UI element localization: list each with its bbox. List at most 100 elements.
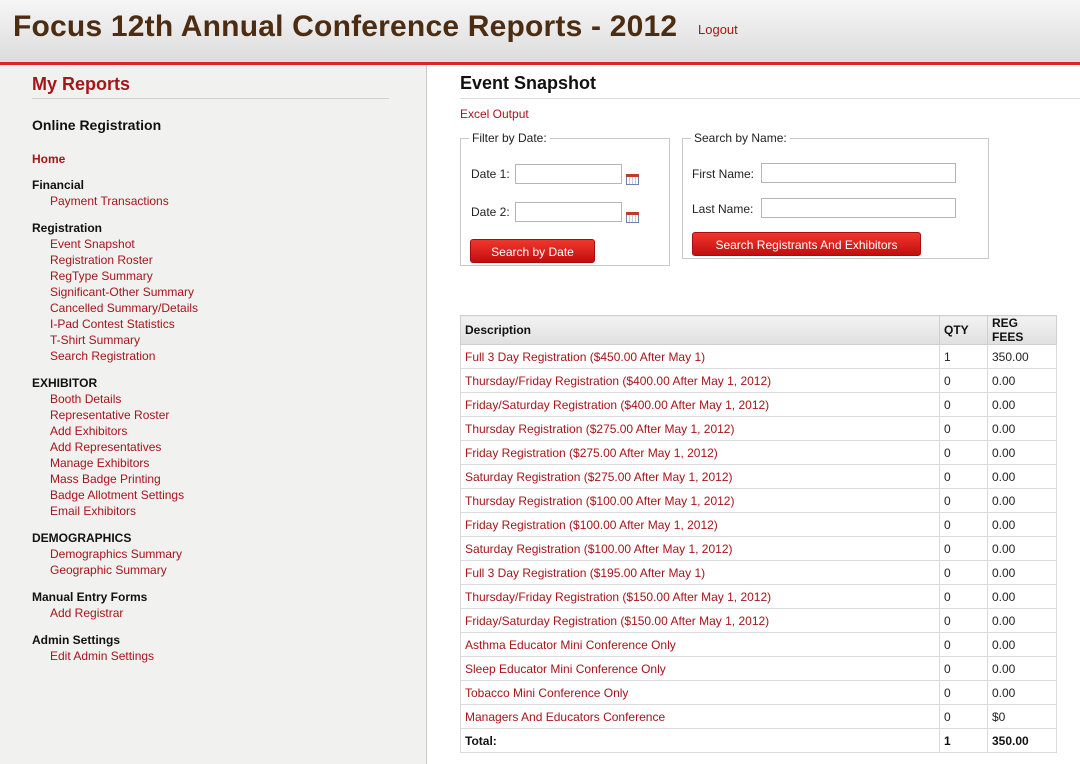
sidebar-section-title: Manual Entry Forms [32,590,148,604]
description-cell[interactable]: Sleep Educator Mini Conference Only [460,656,940,681]
reg-fees-cell: 0.00 [987,560,1057,585]
last-name-input[interactable] [761,198,956,218]
sidebar-item-link[interactable]: Booth Details [32,391,402,407]
calendar-icon[interactable] [626,212,639,223]
description-cell[interactable]: Saturday Registration ($275.00 After May… [460,464,940,489]
table-row: Full 3 Day Registration ($450.00 After M… [460,344,1057,369]
sidebar-item-link[interactable]: Significant-Other Summary [32,284,402,300]
sidebar-item-link[interactable]: Badge Allotment Settings [32,487,402,503]
table-row: Thursday/Friday Registration ($400.00 Af… [460,368,1057,393]
sidebar-section-title: EXHIBITOR [32,376,98,390]
sidebar-item-link[interactable]: Representative Roster [32,407,402,423]
sidebar-section: Admin Settings Edit Admin Settings [32,632,402,664]
table-header-row: Description QTY REG FEES [460,315,1057,345]
sidebar-item-link[interactable]: RegType Summary [32,268,402,284]
date2-input[interactable] [515,202,622,222]
description-cell[interactable]: Full 3 Day Registration ($195.00 After M… [460,560,940,585]
reg-fees-cell: 0.00 [987,464,1057,489]
qty-cell: 0 [939,368,988,393]
reg-fees-cell: 0.00 [987,608,1057,633]
search-registrants-button[interactable]: Search Registrants And Exhibitors [692,232,921,256]
sidebar-section-title: Financial [32,178,85,192]
app-header: Focus 12th Annual Conference Reports - 2… [0,0,1080,65]
description-cell[interactable]: Thursday Registration ($275.00 After May… [460,416,940,441]
sidebar-section-title: Registration [32,221,103,235]
sidebar-item-link[interactable]: Mass Badge Printing [32,471,402,487]
description-cell[interactable]: Saturday Registration ($100.00 After May… [460,536,940,561]
reg-fees-cell: 0.00 [987,536,1057,561]
calendar-icon[interactable] [626,174,639,185]
sidebar-item-link[interactable]: Cancelled Summary/Details [32,300,402,316]
sidebar-item-link[interactable]: I-Pad Contest Statistics [32,316,402,332]
reg-fees-cell: 0.00 [987,488,1057,513]
sidebar-section: Manual Entry Forms Add Registrar [32,589,402,621]
reg-fees-cell: 0.00 [987,584,1057,609]
date1-label: Date 1: [471,167,510,181]
description-cell[interactable]: Asthma Educator Mini Conference Only [460,632,940,657]
qty-cell: 1 [939,344,988,369]
description-cell[interactable]: Friday/Saturday Registration ($150.00 Af… [460,608,940,633]
sidebar-item-link[interactable]: Edit Admin Settings [32,648,402,664]
description-cell[interactable]: Tobacco Mini Conference Only [460,680,940,705]
sidebar-item-link[interactable]: Geographic Summary [32,562,402,578]
description-cell[interactable]: Thursday/Friday Registration ($150.00 Af… [460,584,940,609]
qty-cell: 0 [939,632,988,657]
total-label: Total: [460,728,940,753]
sidebar-item-link[interactable]: Add Registrar [32,605,402,621]
column-header-reg-fees: REG FEES [987,315,1057,345]
table-row: Saturday Registration ($100.00 After May… [460,536,1057,561]
qty-cell: 0 [939,464,988,489]
sidebar-item-link[interactable]: Search Registration [32,348,402,364]
table-row: Sleep Educator Mini Conference Only 0 0.00 [460,656,1057,681]
sidebar-item-link[interactable]: Manage Exhibitors [32,455,402,471]
logout-link[interactable]: Logout [698,22,738,37]
date1-input[interactable] [515,164,622,184]
description-cell[interactable]: Thursday/Friday Registration ($400.00 Af… [460,368,940,393]
reg-fees-cell: 0.00 [987,368,1057,393]
sidebar-item-link[interactable]: Email Exhibitors [32,503,402,519]
description-cell[interactable]: Managers And Educators Conference [460,704,940,729]
sidebar-item-link[interactable]: Add Exhibitors [32,423,402,439]
sidebar-item-link[interactable]: Registration Roster [32,252,402,268]
table-row: Tobacco Mini Conference Only 0 0.00 [460,680,1057,705]
column-header-description: Description [460,315,940,345]
table-row: Thursday Registration ($275.00 After May… [460,416,1057,441]
table-row: Friday Registration ($275.00 After May 1… [460,440,1057,465]
sidebar-section-title: Admin Settings [32,633,121,647]
sidebar-section: Registration Event Snapshot Registration R… [32,220,402,364]
total-reg-fees: 350.00 [987,728,1057,753]
column-header-qty: QTY [939,315,988,345]
first-name-input[interactable] [761,163,956,183]
table-row: Friday/Saturday Registration ($400.00 Af… [460,392,1057,417]
sidebar-nav: Home Financial Payment Transactions Regist… [32,151,402,675]
qty-cell: 0 [939,704,988,729]
table-row: Thursday Registration ($100.00 After May… [460,488,1057,513]
qty-cell: 0 [939,536,988,561]
title-divider [460,98,1080,99]
description-cell[interactable]: Friday/Saturday Registration ($400.00 Af… [460,392,940,417]
table-row: Full 3 Day Registration ($195.00 After M… [460,560,1057,585]
sidebar-item-link[interactable]: Add Representatives [32,439,402,455]
description-cell[interactable]: Friday Registration ($100.00 After May 1… [460,512,940,537]
description-cell[interactable]: Friday Registration ($275.00 After May 1… [460,440,940,465]
sidebar-item-link[interactable]: Event Snapshot [32,236,402,252]
qty-cell: 0 [939,488,988,513]
table-total-row: Total: 1 350.00 [460,728,1057,753]
sidebar: My Reports Online Registration Home Fina… [0,65,427,764]
search-by-date-button[interactable]: Search by Date [470,239,595,263]
sidebar-item-link[interactable]: T-Shirt Summary [32,332,402,348]
sidebar-item-link[interactable]: Payment Transactions [32,193,402,209]
qty-cell: 0 [939,392,988,417]
description-cell[interactable]: Full 3 Day Registration ($450.00 After M… [460,344,940,369]
description-cell[interactable]: Thursday Registration ($100.00 After May… [460,488,940,513]
reg-fees-cell: 0.00 [987,680,1057,705]
table-row: Friday/Saturday Registration ($150.00 Af… [460,608,1057,633]
date2-label: Date 2: [471,205,510,219]
app-title: Focus 12th Annual Conference Reports - 2… [13,10,678,43]
sidebar-section: Financial Payment Transactions [32,177,402,209]
excel-output-link[interactable]: Excel Output [460,107,529,121]
sidebar-item-link[interactable]: Demographics Summary [32,546,402,562]
sidebar-item-home[interactable]: Home [32,151,402,167]
qty-cell: 0 [939,512,988,537]
sidebar-section: DEMOGRAPHICS Demographics Summary Geograph… [32,530,402,578]
